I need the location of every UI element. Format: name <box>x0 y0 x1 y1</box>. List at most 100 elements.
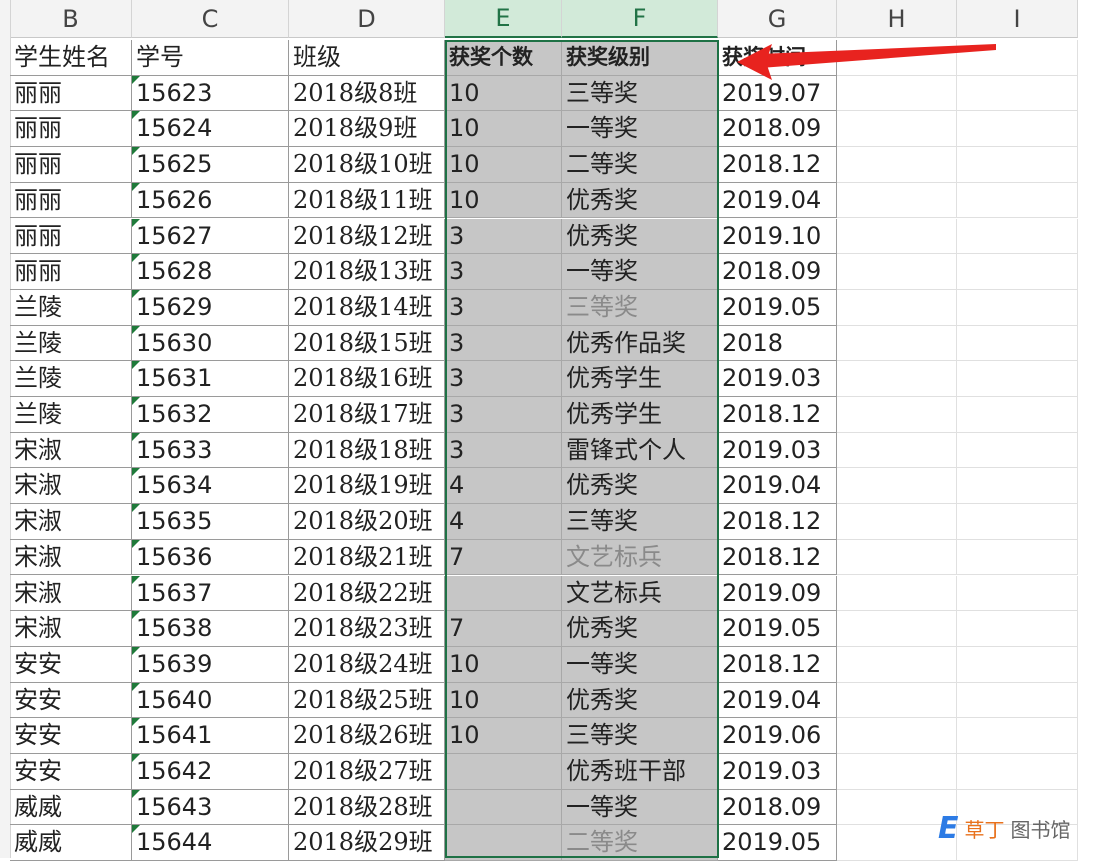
class-cell[interactable]: 2018级19班 <box>289 468 445 505</box>
name-cell[interactable]: 丽丽 <box>10 218 132 255</box>
name-cell[interactable]: 威威 <box>10 825 132 861</box>
award-count-cell[interactable]: 7 <box>445 611 562 647</box>
award-count-cell[interactable]: 4 <box>445 504 562 540</box>
empty-cell[interactable] <box>837 432 957 469</box>
class-cell[interactable]: 2018级25班 <box>289 682 445 719</box>
award-date-cell[interactable]: 2018.09 <box>718 789 837 826</box>
empty-cell[interactable] <box>837 754 957 790</box>
empty-cell[interactable] <box>957 75 1078 112</box>
empty-cell[interactable] <box>957 147 1078 183</box>
award-level-cell[interactable]: 一等奖 <box>562 789 718 826</box>
header-award-level-cell[interactable]: 获奖级别 <box>562 40 718 76</box>
empty-cell[interactable] <box>837 539 957 576</box>
class-cell[interactable]: 2018级8班 <box>289 75 445 112</box>
award-level-cell[interactable]: 优秀奖 <box>562 611 718 647</box>
class-cell[interactable]: 2018级27班 <box>289 754 445 790</box>
column-header-d[interactable]: D <box>289 0 445 38</box>
award-count-cell[interactable]: 3 <box>445 218 562 255</box>
student-id-cell[interactable]: 15644 <box>132 825 289 861</box>
empty-cell[interactable] <box>837 646 957 683</box>
student-id-cell[interactable]: 15633 <box>132 432 289 469</box>
empty-cell[interactable] <box>957 468 1078 505</box>
award-date-cell[interactable]: 2019.04 <box>718 468 837 505</box>
award-date-cell[interactable]: 2019.06 <box>718 718 837 754</box>
name-cell[interactable]: 丽丽 <box>10 147 132 183</box>
empty-cell[interactable] <box>837 218 957 255</box>
class-cell[interactable]: 2018级13班 <box>289 254 445 290</box>
class-cell[interactable]: 2018级14班 <box>289 289 445 326</box>
class-cell[interactable]: 2018级17班 <box>289 397 445 433</box>
award-level-cell[interactable]: 优秀作品奖 <box>562 325 718 362</box>
student-id-cell[interactable]: 15623 <box>132 75 289 112</box>
column-header-e[interactable]: E <box>445 0 562 38</box>
student-id-cell[interactable]: 15638 <box>132 611 289 647</box>
award-date-cell[interactable]: 2019.04 <box>718 182 837 219</box>
award-date-cell[interactable]: 2019.09 <box>718 575 837 612</box>
award-date-cell[interactable]: 2019.07 <box>718 75 837 112</box>
award-level-cell[interactable]: 优秀奖 <box>562 682 718 719</box>
student-id-cell[interactable]: 15624 <box>132 111 289 148</box>
empty-cell[interactable] <box>837 75 957 112</box>
name-cell[interactable]: 兰陵 <box>10 289 132 326</box>
class-cell[interactable]: 2018级24班 <box>289 646 445 683</box>
award-date-cell[interactable]: 2018 <box>718 325 837 362</box>
award-count-cell[interactable]: 10 <box>445 75 562 112</box>
name-cell[interactable]: 丽丽 <box>10 111 132 148</box>
award-count-cell[interactable]: 3 <box>445 325 562 362</box>
empty-cell[interactable] <box>837 361 957 397</box>
student-id-cell[interactable]: 15632 <box>132 397 289 433</box>
student-id-cell[interactable]: 15631 <box>132 361 289 397</box>
award-level-cell[interactable]: 文艺标兵 <box>562 575 718 612</box>
empty-cell[interactable] <box>837 504 957 540</box>
student-id-cell[interactable]: 15636 <box>132 539 289 576</box>
name-cell[interactable]: 宋淑 <box>10 611 132 647</box>
empty-cell[interactable] <box>837 468 957 505</box>
award-count-cell[interactable] <box>445 575 562 612</box>
class-cell[interactable]: 2018级23班 <box>289 611 445 647</box>
header-award-count-cell[interactable]: 获奖个数 <box>445 40 562 76</box>
class-cell[interactable]: 2018级28班 <box>289 789 445 826</box>
award-level-cell[interactable]: 优秀班干部 <box>562 754 718 790</box>
student-id-cell[interactable]: 15640 <box>132 682 289 719</box>
award-level-cell[interactable]: 二等奖 <box>562 147 718 183</box>
award-level-cell[interactable]: 优秀学生 <box>562 361 718 397</box>
name-cell[interactable]: 宋淑 <box>10 539 132 576</box>
award-count-cell[interactable]: 3 <box>445 254 562 290</box>
empty-cell[interactable] <box>957 361 1078 397</box>
award-date-cell[interactable]: 2019.05 <box>718 611 837 647</box>
empty-cell[interactable] <box>957 432 1078 469</box>
empty-cell[interactable] <box>957 539 1078 576</box>
award-level-cell[interactable]: 优秀奖 <box>562 182 718 219</box>
award-count-cell[interactable]: 7 <box>445 539 562 576</box>
student-id-cell[interactable]: 15626 <box>132 182 289 219</box>
award-count-cell[interactable]: 10 <box>445 718 562 754</box>
student-id-cell[interactable]: 15637 <box>132 575 289 612</box>
name-cell[interactable]: 兰陵 <box>10 397 132 433</box>
award-level-cell[interactable]: 优秀学生 <box>562 397 718 433</box>
class-cell[interactable]: 2018级18班 <box>289 432 445 469</box>
class-cell[interactable]: 2018级29班 <box>289 825 445 861</box>
award-date-cell[interactable]: 2019.05 <box>718 289 837 326</box>
empty-cell[interactable] <box>957 682 1078 719</box>
empty-cell[interactable] <box>837 397 957 433</box>
spreadsheet-grid[interactable]: B C D E F G H I 学生姓名 学号 班级 获奖个数 获奖级别 获奖时间 丽丽 15623 2018级… <box>0 0 1108 861</box>
name-cell[interactable]: 兰陵 <box>10 361 132 397</box>
award-date-cell[interactable]: 2018.12 <box>718 397 837 433</box>
name-cell[interactable]: 宋淑 <box>10 432 132 469</box>
name-cell[interactable]: 威威 <box>10 789 132 826</box>
award-date-cell[interactable]: 2019.04 <box>718 682 837 719</box>
empty-cell[interactable] <box>837 147 957 183</box>
column-header-i[interactable]: I <box>957 0 1078 38</box>
student-id-cell[interactable]: 15635 <box>132 504 289 540</box>
name-cell[interactable]: 安安 <box>10 646 132 683</box>
class-cell[interactable]: 2018级26班 <box>289 718 445 754</box>
empty-cell[interactable] <box>837 325 957 362</box>
award-level-cell[interactable]: 优秀奖 <box>562 218 718 255</box>
column-header-f[interactable]: F <box>562 0 718 38</box>
empty-cell[interactable] <box>837 40 957 76</box>
award-count-cell[interactable]: 10 <box>445 682 562 719</box>
empty-cell[interactable] <box>957 40 1078 76</box>
empty-cell[interactable] <box>957 289 1078 326</box>
empty-cell[interactable] <box>957 111 1078 148</box>
award-count-cell[interactable] <box>445 754 562 790</box>
